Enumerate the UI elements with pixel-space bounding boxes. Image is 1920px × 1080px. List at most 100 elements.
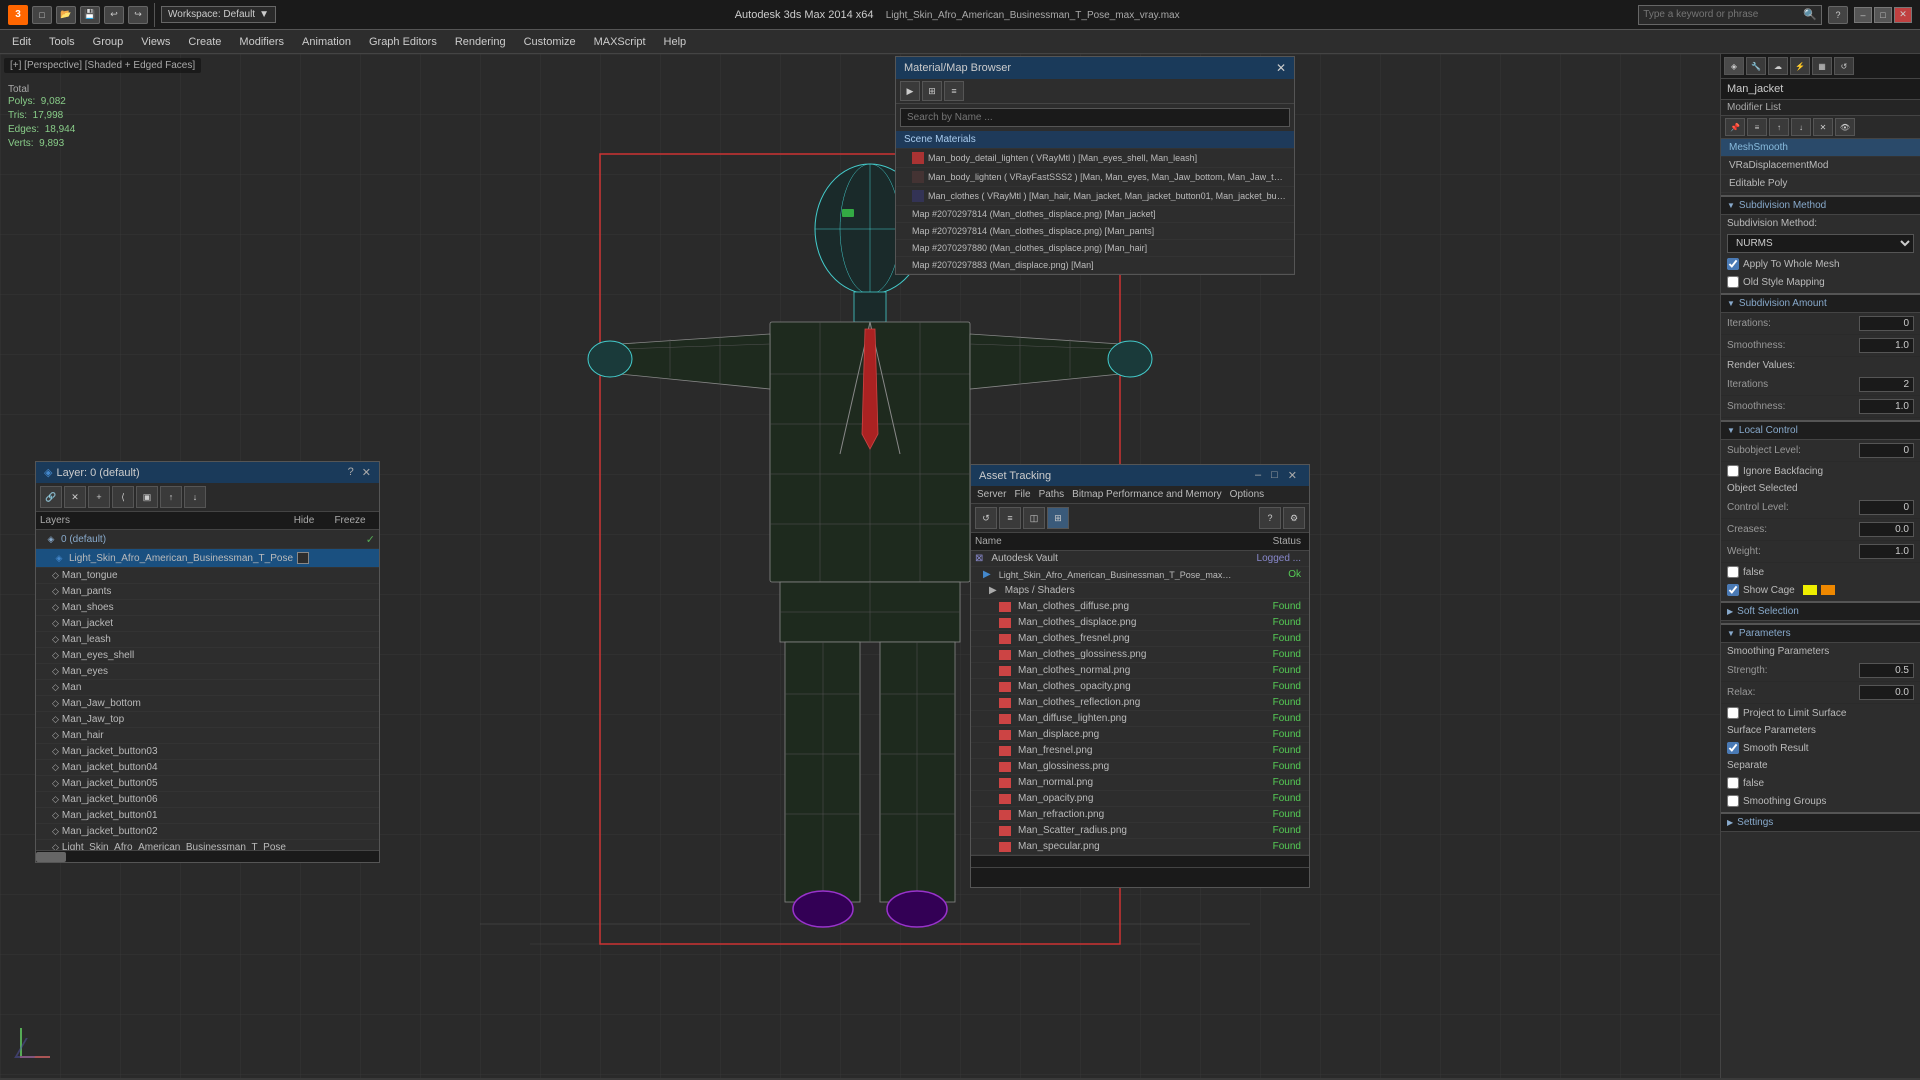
at-row-t2[interactable]: Man_clothes_fresnel.png Found [971,631,1309,647]
object-name-field[interactable] [1721,79,1920,100]
mp-down-btn[interactable]: ↓ [1791,118,1811,136]
workspace-selector[interactable]: Workspace: Default ▼ [161,6,276,23]
help-icon[interactable]: ? [1828,6,1848,24]
subdivision-method-header[interactable]: ▼ Subdivision Method [1721,197,1920,215]
layer-close-btn[interactable]: ✕ [362,466,371,479]
lc-subobj-input[interactable] [1859,443,1914,458]
sm-old-style-cb[interactable] [1727,276,1739,288]
layer-row-8[interactable]: ◇ Man_eyes [36,664,379,680]
layer-row-16[interactable]: ◇ Man_jacket_button06 [36,792,379,808]
menu-animation[interactable]: Animation [294,34,359,50]
at-row-t8[interactable]: Man_displace.png Found [971,727,1309,743]
mp-pin-btn[interactable]: 📌 [1725,118,1745,136]
mat-item-5[interactable]: Map #2070297880 (Man_clothes_displace.pn… [896,240,1294,257]
minimize-btn[interactable]: – [1854,7,1872,23]
mat-item-2[interactable]: Man_clothes ( VRayMtl ) [Man_hair, Man_j… [896,187,1294,206]
mp-icon-1[interactable]: ◈ [1724,57,1744,75]
open-file-btn[interactable]: 📂 [56,6,76,24]
at-menu-server[interactable]: Server [977,489,1006,500]
sa-render-smooth-input[interactable] [1859,399,1914,414]
par-sg-cb[interactable] [1727,795,1739,807]
parameters-header[interactable]: ▼ Parameters [1721,625,1920,643]
at-row-maps[interactable]: ▶ Maps / Shaders [971,583,1309,599]
mp-up-btn[interactable]: ↑ [1769,118,1789,136]
at-row-t7[interactable]: Man_diffuse_lighten.png Found [971,711,1309,727]
layer-row-3[interactable]: ◇ Man_pants [36,584,379,600]
at-menu-options[interactable]: Options [1230,489,1264,500]
at-row-t14[interactable]: Man_Scatter_radius.png Found [971,823,1309,839]
mp-list-btn[interactable]: ≡ [1747,118,1767,136]
mat-item-4[interactable]: Map #2070297814 (Man_clothes_displace.pn… [896,223,1294,240]
maximize-btn[interactable]: □ [1874,7,1892,23]
layer-row-14[interactable]: ◇ Man_jacket_button04 [36,760,379,776]
layer-row-11[interactable]: ◇ Man_Jaw_top [36,712,379,728]
lp-tool-add[interactable]: + [88,486,110,508]
mp-delete-btn[interactable]: ✕ [1813,118,1833,136]
layer-row-1[interactable]: ◈ Light_Skin_Afro_American_Businessman_T… [36,549,379,568]
menu-modifiers[interactable]: Modifiers [231,34,292,50]
lc-creases-input[interactable] [1859,522,1914,537]
mp-icon-6[interactable]: ↺ [1834,57,1854,75]
menu-customize[interactable]: Customize [516,34,584,50]
par-smooth-result-cb[interactable] [1727,742,1739,754]
par-strength-input[interactable] [1859,663,1914,678]
at-help-btn[interactable]: ? [1259,507,1281,529]
layer-row-0[interactable]: ◈ 0 (default) ✓ [36,530,379,549]
at-tool-2[interactable]: ≡ [999,507,1021,529]
at-row-t13[interactable]: Man_refraction.png Found [971,807,1309,823]
search-input[interactable] [1643,9,1803,20]
par-materials-cb[interactable] [1727,777,1739,789]
par-project-cb[interactable] [1727,707,1739,719]
at-row-t3[interactable]: Man_clothes_glossiness.png Found [971,647,1309,663]
at-row-t0[interactable]: Man_clothes_diffuse.png Found [971,599,1309,615]
layer-row-4[interactable]: ◇ Man_shoes [36,600,379,616]
sa-iter-input[interactable] [1859,316,1914,331]
menu-create[interactable]: Create [180,34,229,50]
mp-icon-4[interactable]: ⚡ [1790,57,1810,75]
lc-isoline-cb[interactable] [1727,566,1739,578]
modifier-item-2[interactable]: Editable Poly [1721,175,1920,193]
at-menu-file[interactable]: File [1014,489,1030,500]
at-row-t9[interactable]: Man_fresnel.png Found [971,743,1309,759]
at-minimize-btn[interactable]: – [1251,469,1265,482]
at-row-t5[interactable]: Man_clothes_opacity.png Found [971,679,1309,695]
menu-graph-editors[interactable]: Graph Editors [361,34,445,50]
layer-row-5[interactable]: ◇ Man_jacket [36,616,379,632]
mp-icon-5[interactable]: ▦ [1812,57,1832,75]
menu-views[interactable]: Views [133,34,178,50]
lc-showcage-cb[interactable] [1727,584,1739,596]
menu-rendering[interactable]: Rendering [447,34,514,50]
mat-item-1[interactable]: Man_body_lighten ( VRayFastSSS2 ) [Man, … [896,168,1294,187]
sa-smooth-input[interactable] [1859,338,1914,353]
search-bar[interactable]: 🔍 [1638,5,1822,25]
layer-row-6[interactable]: ◇ Man_leash [36,632,379,648]
layer-row-2[interactable]: ◇ Man_tongue [36,568,379,584]
layer-row-19[interactable]: ◇ Light_Skin_Afro_American_Businessman_T… [36,840,379,850]
layer-row-9[interactable]: ◇ Man [36,680,379,696]
at-scrollbar-h[interactable] [971,855,1309,867]
at-maximize-btn[interactable]: □ [1267,469,1282,482]
layer-row-7[interactable]: ◇ Man_eyes_shell [36,648,379,664]
menu-group[interactable]: Group [85,34,132,50]
soft-selection-header[interactable]: ▶ Soft Selection [1721,603,1920,621]
at-row-t4[interactable]: Man_clothes_normal.png Found [971,663,1309,679]
menu-maxscript[interactable]: MAXScript [586,34,654,50]
menu-edit[interactable]: Edit [4,34,39,50]
layer-row-12[interactable]: ◇ Man_hair [36,728,379,744]
lp-tool-up[interactable]: ↑ [160,486,182,508]
at-row-t1[interactable]: Man_clothes_displace.png Found [971,615,1309,631]
lp-tool-link[interactable]: 🔗 [40,486,62,508]
mb-tool-1[interactable]: ▶ [900,81,920,101]
at-tool-1[interactable]: ↺ [975,507,997,529]
at-close-btn[interactable]: ✕ [1284,469,1301,482]
at-settings-btn[interactable]: ⚙ [1283,507,1305,529]
lp-tool-sel[interactable]: ▣ [136,486,158,508]
subdivision-amount-header[interactable]: ▼ Subdivision Amount [1721,295,1920,313]
layer-help-btn[interactable]: ? [348,466,354,479]
material-browser-close[interactable]: ✕ [1276,61,1286,75]
at-row-vault[interactable]: ⊠ Autodesk Vault Logged ... [971,551,1309,567]
mp-icon-2[interactable]: 🔧 [1746,57,1766,75]
menu-help[interactable]: Help [656,34,695,50]
sm-apply-whole-mesh-cb[interactable] [1727,258,1739,270]
modifier-item-1[interactable]: VRaDisplacementMod [1721,157,1920,175]
